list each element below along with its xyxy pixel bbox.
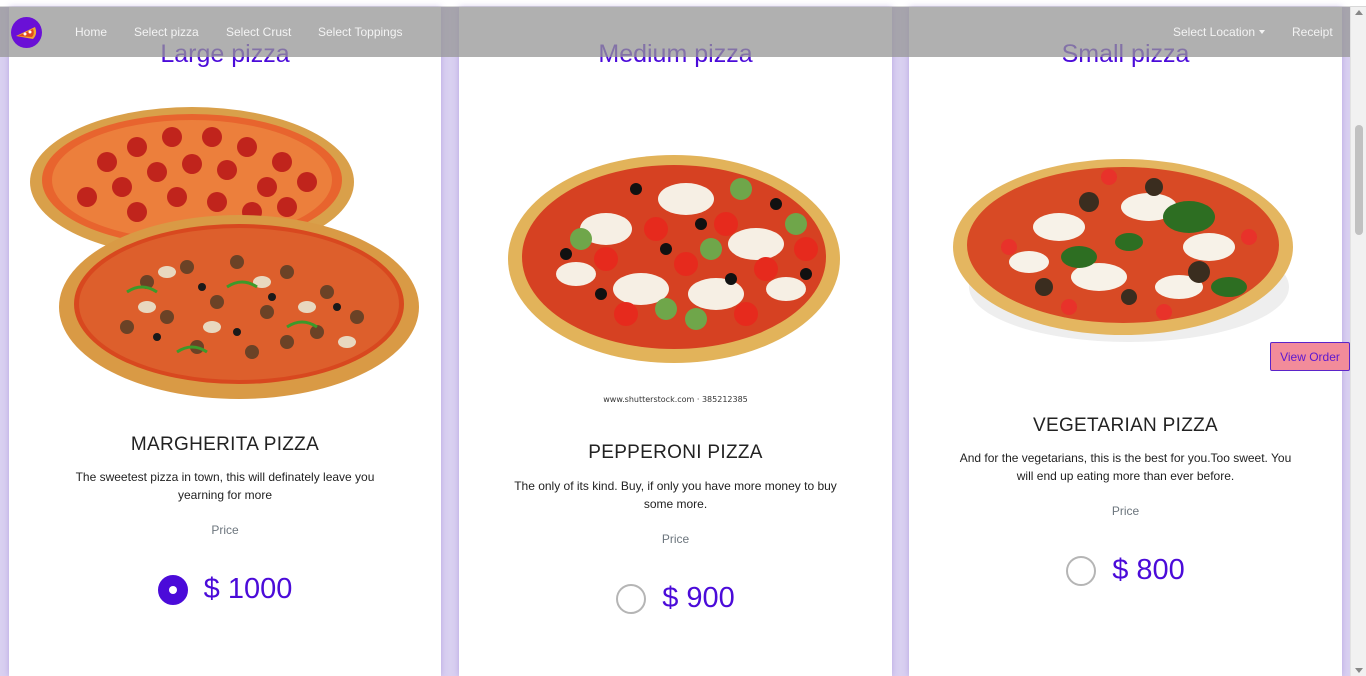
top-navbar: Home Select pizza Select Crust Select To… [0, 7, 1350, 57]
pepperoni-pizza-image [508, 155, 840, 363]
caret-down-icon [1259, 30, 1266, 34]
pizza-name: MARGHERITA PIZZA [130, 434, 320, 455]
scroll-up-arrow-icon[interactable] [1355, 10, 1363, 15]
pizza-logo-icon[interactable] [11, 17, 42, 48]
image-caption: www.shutterstock.com · 385212385 [603, 395, 748, 404]
price-row: $ 800 [909, 554, 1342, 587]
large-pizza-radio[interactable] [157, 574, 188, 605]
pizza-description: The only of its kind. Buy, if only you h… [514, 479, 837, 511]
view-order-button[interactable]: View Order [1270, 342, 1350, 371]
pizza-card-medium: Medium pizza [459, 7, 892, 676]
pizza-cards: Large pizza [0, 7, 1350, 676]
price-label: Price [1111, 504, 1140, 518]
nav-select-location-dropdown[interactable]: Select Location [1173, 25, 1266, 39]
price-row: $ 900 [459, 582, 892, 615]
small-pizza-radio[interactable] [1066, 555, 1097, 586]
price-value: $ 900 [662, 582, 735, 614]
price-value: $ 800 [1112, 554, 1185, 586]
pizza-name: PEPPERONI PIZZA [588, 442, 763, 463]
nav-select-pizza[interactable]: Select pizza [134, 25, 199, 39]
scroll-down-arrow-icon[interactable] [1355, 668, 1363, 673]
price-row: $ 1000 [9, 573, 441, 606]
medium-pizza-radio[interactable] [616, 583, 647, 614]
pizza-card-large: Large pizza [9, 7, 441, 676]
price-value: $ 1000 [203, 573, 293, 605]
vegetarian-pizza-image [953, 159, 1293, 342]
nav-select-location-label: Select Location [1173, 25, 1256, 39]
nav-receipt[interactable]: Receipt [1292, 25, 1333, 39]
pizza-name: VEGETARIAN PIZZA [1033, 415, 1218, 436]
page-scrollbar[interactable] [1350, 7, 1366, 676]
price-label: Price [211, 523, 239, 537]
pizza-description: And for the vegetarians, this is the bes… [959, 451, 1292, 483]
scrollbar-thumb[interactable] [1355, 125, 1363, 235]
nav-select-crust[interactable]: Select Crust [226, 25, 291, 39]
nav-home[interactable]: Home [75, 25, 107, 39]
price-label: Price [661, 532, 690, 546]
nav-select-toppings[interactable]: Select Toppings [318, 25, 403, 39]
browser-top-strip [0, 0, 1366, 7]
margherita-pizza-image [30, 107, 419, 399]
pizza-description: The sweetest pizza in town, this will de… [75, 470, 375, 502]
